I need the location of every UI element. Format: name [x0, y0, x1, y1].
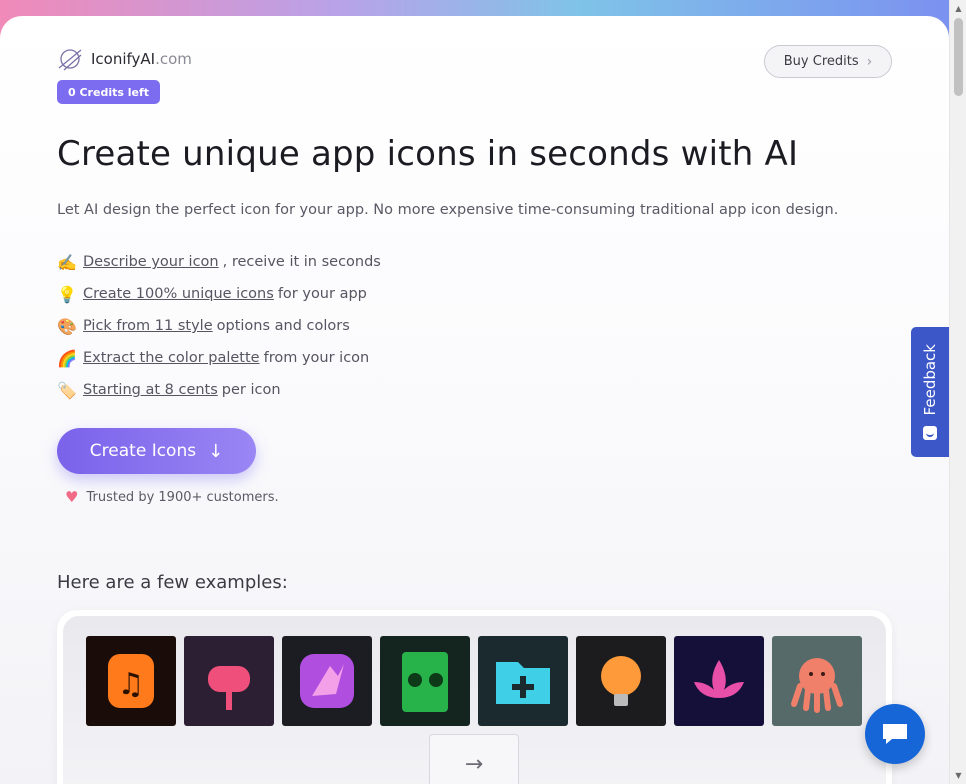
octopus-icon-graphic	[791, 658, 843, 713]
scroll-down-icon[interactable]: ▼	[950, 767, 966, 784]
scroll-thumb[interactable]	[954, 18, 963, 96]
writing-hand-icon: ✍️	[57, 252, 77, 272]
brand-name: IconifyAI.com	[91, 50, 192, 68]
buy-credits-label: Buy Credits	[783, 54, 859, 69]
svg-text:♫: ♫	[118, 667, 145, 702]
lotus-icon[interactable]	[674, 636, 764, 726]
scroll-up-icon[interactable]: ▲	[950, 0, 966, 17]
feature-item: 💡 Create 100% unique icons for your app	[57, 278, 381, 310]
smile-icon	[923, 425, 937, 440]
rainbow-icon: 🌈	[57, 348, 77, 368]
trusted-note: ♥ Trusted by 1900+ customers.	[65, 488, 279, 506]
mailbox-icon-graphic	[208, 666, 250, 710]
feedback-label: Feedback	[921, 344, 939, 416]
chevron-right-icon: ›	[866, 53, 873, 70]
trusted-text: Trusted by 1900+ customers.	[86, 489, 279, 505]
money-book-icon[interactable]	[380, 636, 470, 726]
feature-link[interactable]: Extract the color palette	[83, 350, 260, 366]
octopus-icon[interactable]	[772, 636, 862, 726]
scrollbar[interactable]: ▲ ▼	[949, 0, 966, 784]
examples-title: Here are a few examples:	[57, 572, 288, 593]
light-bulb-icon[interactable]	[576, 636, 666, 726]
folder-plus-icon-graphic	[496, 662, 550, 704]
feature-text: for your app	[277, 286, 367, 302]
light-bulb-icon: 💡	[57, 284, 77, 304]
next-button[interactable]: →	[429, 734, 519, 784]
feature-link[interactable]: Create 100% unique icons	[83, 286, 274, 302]
money-book-icon-graphic	[402, 652, 448, 712]
page-title: Create unique app icons in seconds with …	[57, 134, 799, 174]
arrow-right-icon: →	[464, 751, 484, 777]
lotus-icon-graphic	[694, 660, 744, 698]
music-note-fire-icon-graphic: ♫	[108, 654, 154, 708]
create-icons-button[interactable]: Create Icons ↓	[57, 428, 256, 474]
create-icons-label: Create Icons	[89, 441, 197, 461]
gallery-strip: → ♫	[63, 616, 886, 784]
feedback-tab[interactable]: Feedback	[911, 327, 949, 457]
price-tag-icon: 🏷️	[57, 380, 77, 400]
bird-icon-graphic	[300, 654, 354, 708]
feature-item: 🎨 Pick from 11 style options and colors	[57, 310, 381, 342]
palette-icon: 🎨	[57, 316, 77, 336]
mailbox-icon[interactable]	[184, 636, 274, 726]
credits-badge: 0 Credits left	[57, 80, 160, 104]
feature-item: ✍️ Describe your icon, receive it in seco…	[57, 246, 381, 278]
light-bulb-icon-graphic	[601, 656, 641, 706]
logo-icon	[58, 49, 82, 71]
arrow-down-icon: ↓	[208, 440, 224, 462]
chat-button[interactable]	[865, 704, 925, 764]
chat-bubble-icon	[883, 724, 907, 744]
feature-text: options and colors	[216, 318, 350, 334]
examples-gallery: → ♫	[57, 610, 892, 784]
feature-item: 🌈 Extract the color palette from your ico…	[57, 342, 381, 374]
logo[interactable]: IconifyAI.com	[57, 46, 192, 72]
lead-text: Let AI design the perfect icon for your …	[57, 202, 839, 218]
bird-icon[interactable]	[282, 636, 372, 726]
heart-icon: ♥	[65, 488, 79, 506]
feature-link[interactable]: Describe your icon	[83, 254, 219, 270]
feature-text: per icon	[221, 382, 281, 398]
feature-text: , receive it in seconds	[222, 254, 381, 270]
feature-text: from your icon	[263, 350, 370, 366]
feature-link[interactable]: Pick from 11 style	[83, 318, 213, 334]
music-note-fire-icon[interactable]: ♫	[86, 636, 176, 726]
page: IconifyAI.com 0 Credits left Buy Credits…	[0, 16, 949, 784]
brand-domain: .com	[155, 50, 192, 68]
buy-credits-button[interactable]: Buy Credits ›	[764, 45, 892, 78]
feature-list: ✍️ Describe your icon, receive it in seco…	[57, 246, 381, 406]
feature-item: 🏷️ Starting at 8 cents per icon	[57, 374, 381, 406]
folder-plus-icon[interactable]	[478, 636, 568, 726]
feature-link[interactable]: Starting at 8 cents	[83, 382, 218, 398]
